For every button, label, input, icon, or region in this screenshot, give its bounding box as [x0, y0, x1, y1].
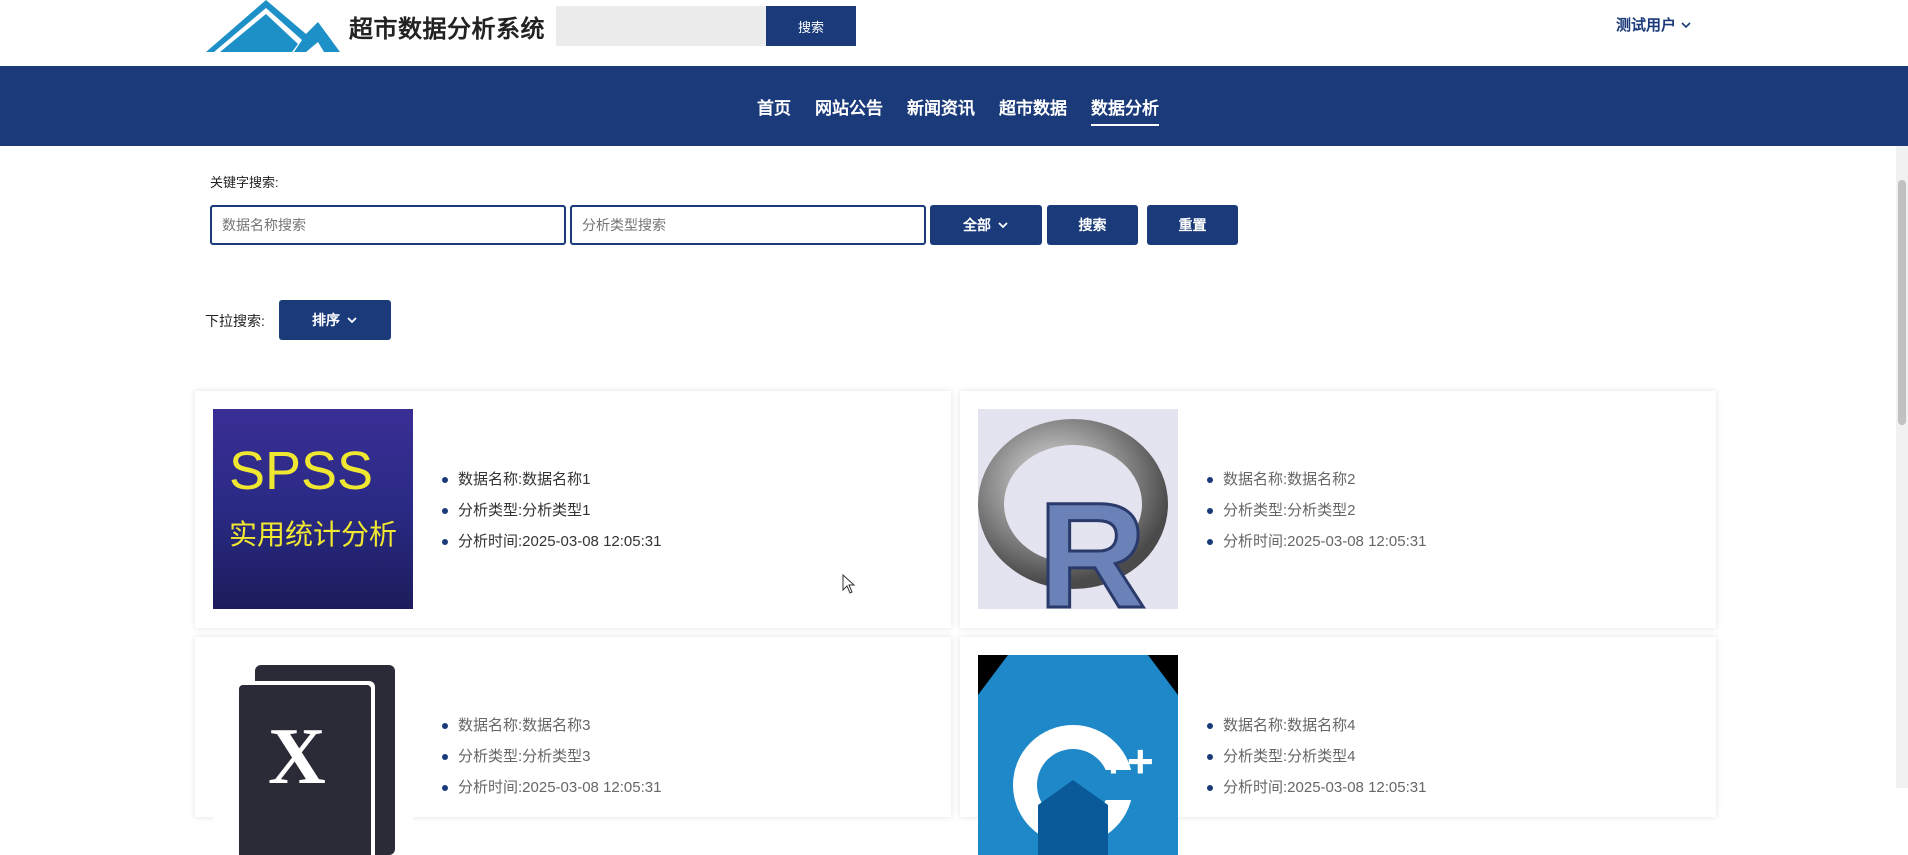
top-header: 超市数据分析系统 搜索 测试用户 — [0, 0, 1908, 66]
spss-image-text: SPSS — [229, 441, 373, 501]
site-title: 超市数据分析系统 — [349, 16, 545, 43]
card-data-name: 数据名称:数据名称1 — [442, 464, 661, 495]
card-thumbnail-x[interactable]: X — [213, 655, 413, 855]
chevron-down-icon — [347, 317, 357, 324]
card-thumbnail-spss[interactable]: SPSS 实用统计分析 — [213, 409, 413, 609]
card-data-name: 数据名称:数据名称4 — [1207, 710, 1426, 741]
user-name: 测试用户 — [1616, 17, 1677, 34]
spss-image-subtitle: 实用统计分析 — [229, 518, 397, 551]
card-analysis-type: 分析类型:分析类型4 — [1207, 741, 1426, 772]
chevron-down-icon — [998, 222, 1008, 229]
nav-item-data-analysis[interactable]: 数据分析 — [1091, 90, 1159, 126]
analysis-card[interactable]: ++ 数据名称:数据名称4 分析类型:分析类型4 分析时间:2025-03-08… — [960, 637, 1716, 855]
search-button[interactable]: 搜索 — [1047, 205, 1138, 245]
sort-dropdown-label: 排序 — [312, 312, 340, 328]
analysis-card[interactable]: X 数据名称:数据名称3 分析类型:分析类型3 分析时间:2025-03-08 … — [195, 637, 951, 855]
chevron-down-icon — [1681, 21, 1691, 28]
card-analysis-type: 分析类型:分析类型1 — [442, 495, 661, 526]
nav-item-news[interactable]: 新闻资讯 — [907, 90, 975, 123]
all-dropdown-button[interactable]: 全部 — [930, 205, 1042, 245]
card-thumbnail-r[interactable]: R — [978, 409, 1178, 609]
nav-item-announcements[interactable]: 网站公告 — [815, 90, 883, 123]
analysis-card[interactable]: SPSS 实用统计分析 数据名称:数据名称1 分析类型:分析类型1 分析时间:2… — [195, 391, 951, 628]
reset-button[interactable]: 重置 — [1147, 205, 1238, 245]
card-analysis-time: 分析时间:2025-03-08 12:05:31 — [1207, 526, 1426, 557]
keyword-search-label: 关键字搜索: — [210, 175, 279, 190]
sort-dropdown-button[interactable]: 排序 — [279, 300, 391, 340]
analysis-type-search-input[interactable] — [570, 205, 926, 245]
analysis-card[interactable]: R 数据名称:数据名称2 分析类型:分析类型2 分析时间:2025-03-08 … — [960, 391, 1716, 628]
card-data-name: 数据名称:数据名称3 — [442, 710, 661, 741]
card-data-name: 数据名称:数据名称2 — [1207, 464, 1426, 495]
card-analysis-type: 分析类型:分析类型3 — [442, 741, 661, 772]
all-dropdown-label: 全部 — [963, 217, 991, 233]
scrollbar-thumb[interactable] — [1898, 180, 1906, 425]
cpp-plus-signs: ++ — [1100, 735, 1154, 787]
nav-item-supermarket-data[interactable]: 超市数据 — [999, 90, 1067, 123]
nav-item-home[interactable]: 首页 — [757, 90, 791, 123]
site-logo[interactable] — [206, 0, 340, 52]
card-analysis-time: 分析时间:2025-03-08 12:05:31 — [442, 526, 661, 557]
user-menu[interactable]: 测试用户 — [1616, 14, 1692, 35]
data-name-search-input[interactable] — [210, 205, 566, 245]
dropdown-search-label: 下拉搜索: — [205, 313, 265, 329]
card-thumbnail-cpp[interactable]: ++ — [978, 655, 1178, 855]
card-analysis-type: 分析类型:分析类型2 — [1207, 495, 1426, 526]
top-search-input[interactable] — [556, 6, 766, 46]
mouse-cursor-icon — [842, 574, 856, 594]
main-nav: 首页 网站公告 新闻资讯 超市数据 数据分析 — [0, 66, 1908, 146]
r-logo-letter: R — [1038, 471, 1146, 609]
top-search-button[interactable]: 搜索 — [766, 6, 856, 46]
